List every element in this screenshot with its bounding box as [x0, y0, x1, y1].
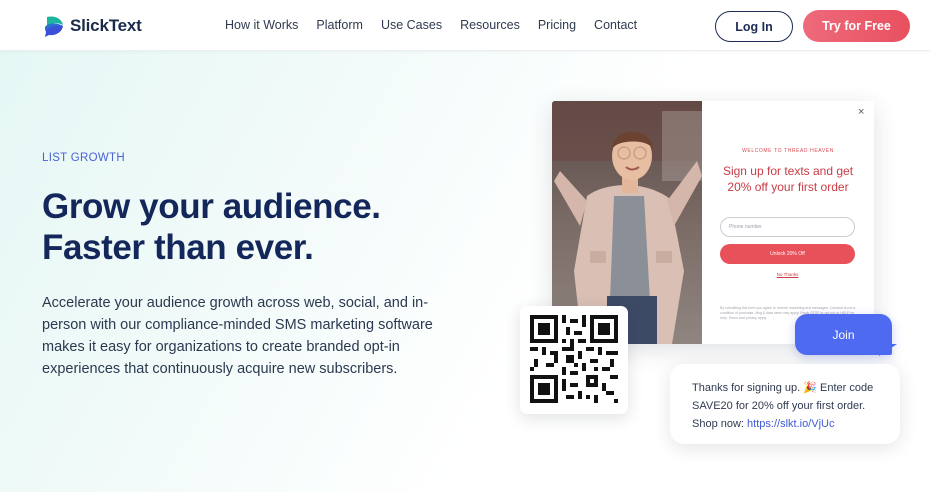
nav-contact[interactable]: Contact	[594, 18, 637, 32]
brand-logo[interactable]: SlickText	[42, 13, 142, 39]
qr-code-icon	[530, 315, 618, 403]
try-for-free-button[interactable]: Try for Free	[803, 10, 910, 42]
headline-line-2: Faster than ever.	[42, 228, 314, 267]
message-line-1: Thanks for signing up. 🎉 Enter code	[692, 382, 874, 394]
top-navigation: SlickText How it Works Platform Use Case…	[0, 0, 930, 51]
popup-title: Sign up for texts and get 20% off your f…	[722, 164, 854, 194]
nav-use-cases[interactable]: Use Cases	[381, 18, 442, 32]
nav-how-it-works[interactable]: How it Works	[225, 18, 298, 32]
hero-headline: Grow your audience. Faster than ever.	[42, 186, 462, 268]
headline-line-1: Grow your audience.	[42, 187, 381, 226]
join-message-bubble: Join	[795, 314, 892, 355]
main-menu: How it Works Platform Use Cases Resource…	[225, 18, 655, 32]
unlock-offer-button[interactable]: Unlock 20% Off	[720, 244, 855, 264]
close-icon[interactable]: ×	[858, 106, 864, 118]
confirmation-message-bubble: Thanks for signing up. 🎉 Enter code SAVE…	[670, 364, 900, 444]
phone-number-input[interactable]: Phone number	[720, 217, 855, 237]
no-thanks-link[interactable]: No Thanks	[720, 272, 855, 277]
nav-pricing[interactable]: Pricing	[538, 18, 576, 32]
nav-resources[interactable]: Resources	[460, 18, 520, 32]
slicktext-logo-icon	[42, 14, 66, 38]
login-button[interactable]: Log In	[715, 11, 793, 42]
message-line-2: SAVE20 for 20% off your first order.	[692, 400, 866, 412]
section-eyebrow: LIST GROWTH	[42, 152, 125, 164]
hero-description: Accelerate your audience growth across w…	[42, 295, 433, 377]
popup-eyebrow: WELCOME TO THREAD HEAVEN	[742, 148, 834, 154]
message-line-3: Shop now: https://slkt.io/VjUc	[692, 415, 900, 433]
brand-name: SlickText	[70, 16, 142, 35]
shop-link[interactable]: https://slkt.io/VjUc	[747, 418, 834, 430]
nav-platform[interactable]: Platform	[316, 18, 363, 32]
shop-now-prefix: Shop now:	[692, 418, 748, 430]
qr-code-card	[520, 306, 628, 414]
